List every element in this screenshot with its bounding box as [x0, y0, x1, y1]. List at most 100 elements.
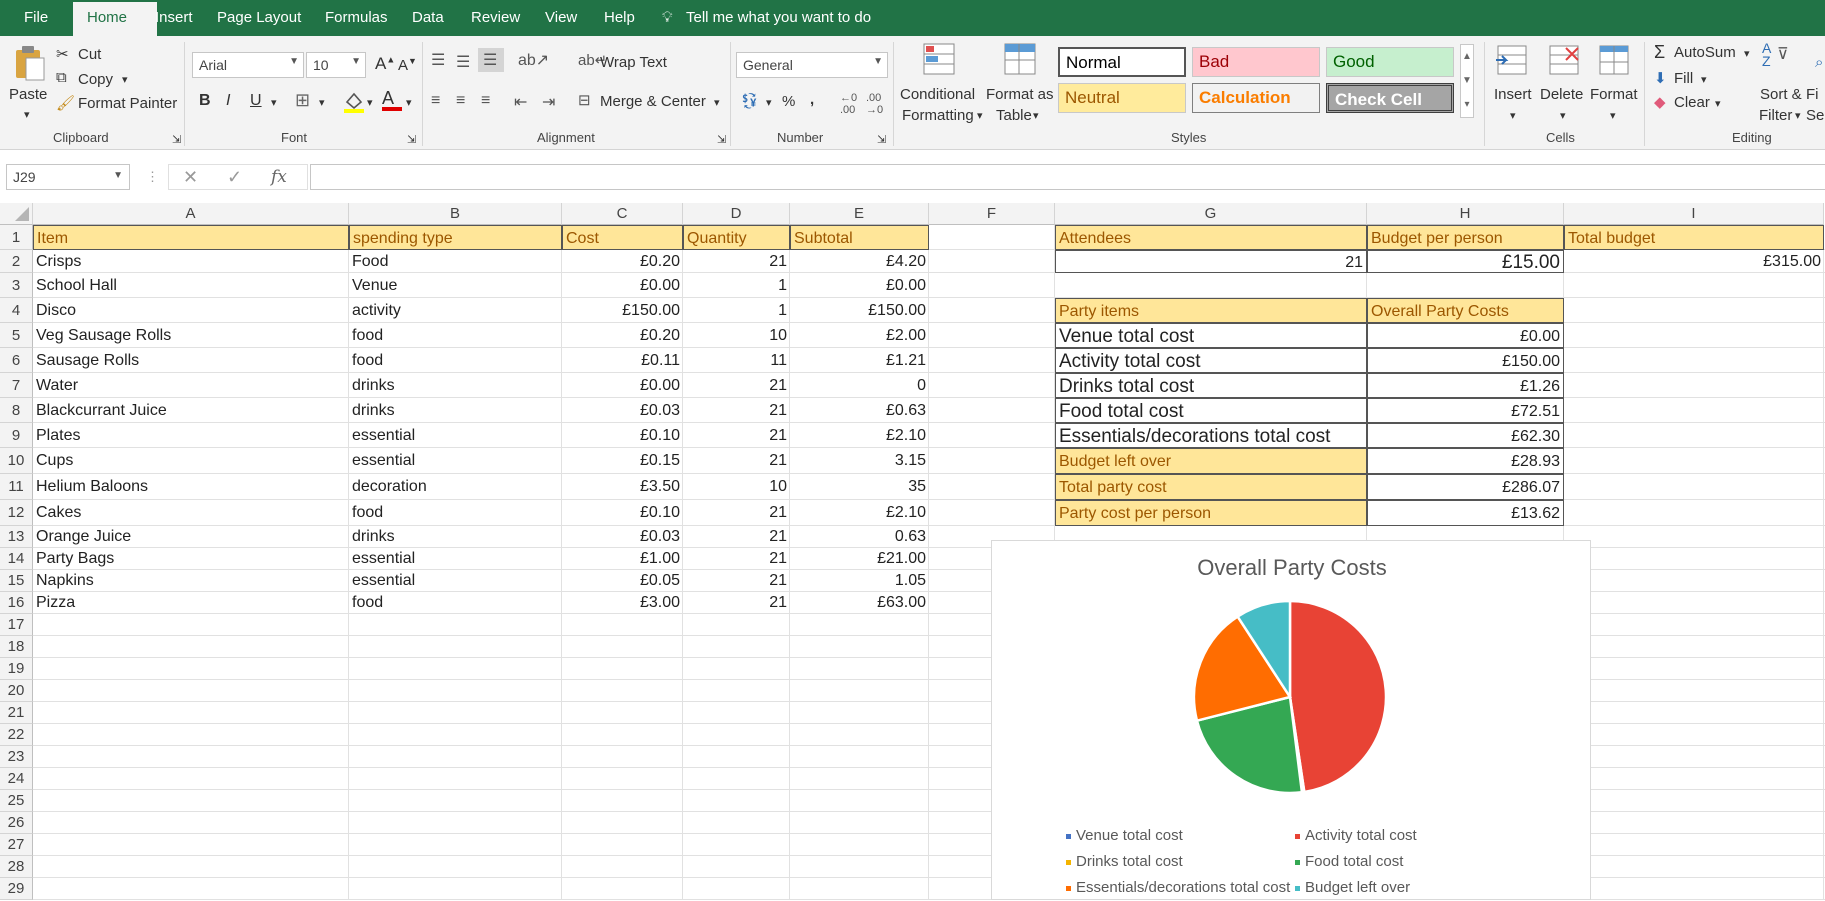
item-cell[interactable]: 10	[683, 474, 790, 500]
summary-label-cell[interactable]: Total party cost	[1055, 474, 1367, 500]
align-center-icon[interactable]: ≡	[456, 92, 465, 110]
item-cell[interactable]: £0.00	[562, 273, 683, 298]
item-cell[interactable]: £2.10	[790, 500, 929, 526]
fill-dropdown-icon[interactable]: ▾	[1701, 73, 1707, 86]
column-header-g[interactable]: G	[1055, 203, 1367, 225]
item-cell[interactable]: £63.00	[790, 592, 929, 614]
row-header-29[interactable]: 29	[0, 878, 33, 900]
comma-icon[interactable]: ,	[810, 91, 814, 108]
item-cell[interactable]: £0.03	[562, 526, 683, 548]
formula-input[interactable]	[310, 164, 1825, 190]
insert-dropdown-icon[interactable]: ▾	[1510, 109, 1516, 122]
row-header-18[interactable]: 18	[0, 636, 33, 658]
align-top-icon[interactable]: ☰	[431, 50, 445, 70]
item-cell[interactable]: drinks	[349, 373, 562, 398]
row-header-1[interactable]: 1	[0, 225, 33, 250]
item-cell[interactable]: drinks	[349, 398, 562, 423]
summary-value-cell[interactable]: £1.26	[1367, 373, 1564, 398]
item-cell[interactable]: 1.05	[790, 570, 929, 592]
item-cell[interactable]: School Hall	[33, 273, 349, 298]
item-cell[interactable]: Plates	[33, 423, 349, 448]
menu-home[interactable]: Home	[73, 2, 157, 36]
decrease-indent-icon[interactable]: ⇤	[514, 92, 527, 112]
autosum-dropdown-icon[interactable]: ▾	[1744, 47, 1750, 60]
row-header-8[interactable]: 8	[0, 398, 33, 423]
styles-gallery-scroll[interactable]: ▲ ▼ ▾	[1460, 44, 1474, 118]
summary-value-cell[interactable]: £28.93	[1367, 448, 1564, 474]
row-header-2[interactable]: 2	[0, 250, 33, 273]
item-cell[interactable]: Cups	[33, 448, 349, 474]
item-cell[interactable]: 21	[683, 373, 790, 398]
menu-insert[interactable]: Insert	[155, 9, 193, 26]
font-size-select[interactable]: 10 ▼	[306, 52, 366, 78]
item-cell[interactable]: food	[349, 592, 562, 614]
number-launcher-icon[interactable]: ⇲	[877, 133, 886, 146]
row-header-28[interactable]: 28	[0, 856, 33, 878]
sort-filter-button[interactable]: Sort &	[1760, 86, 1802, 103]
items-header-cell[interactable]: Item	[33, 225, 349, 250]
underline-icon[interactable]: U	[250, 92, 262, 110]
font-launcher-icon[interactable]: ⇲	[407, 133, 416, 146]
item-cell[interactable]: £3.00	[562, 592, 683, 614]
item-cell[interactable]: £21.00	[790, 548, 929, 570]
currency-dropdown-icon[interactable]: ▾	[766, 96, 772, 109]
name-box[interactable]: J29 ▼	[6, 164, 130, 190]
format-painter-button[interactable]: Format Painter	[78, 95, 177, 112]
item-cell[interactable]: food	[349, 500, 562, 526]
party-items-header[interactable]: Party items	[1055, 298, 1367, 323]
format-table-dropdown-icon[interactable]: ▾	[1033, 109, 1039, 122]
row-header-12[interactable]: 12	[0, 500, 33, 526]
format-dropdown-icon[interactable]: ▾	[1610, 109, 1616, 122]
item-cell[interactable]: £0.10	[562, 423, 683, 448]
delete-dropdown-icon[interactable]: ▾	[1560, 109, 1566, 122]
menu-formulas[interactable]: Formulas	[325, 9, 388, 26]
legend-item[interactable]: Food total cost	[1295, 853, 1403, 870]
italic-icon[interactable]: I	[226, 92, 230, 110]
item-cell[interactable]: 21	[683, 548, 790, 570]
row-header-24[interactable]: 24	[0, 768, 33, 790]
summary-value-cell[interactable]: £62.30	[1367, 423, 1564, 448]
summary-value-cell[interactable]: £150.00	[1367, 348, 1564, 373]
item-cell[interactable]: Pizza	[33, 592, 349, 614]
style-good[interactable]: Good	[1326, 47, 1454, 77]
align-left-icon[interactable]: ≡	[431, 92, 440, 110]
orientation-icon[interactable]: ab↗	[518, 50, 549, 70]
row-header-10[interactable]: 10	[0, 448, 33, 474]
cut-button[interactable]: Cut	[78, 46, 101, 63]
item-cell[interactable]: £150.00	[790, 298, 929, 323]
row-header-4[interactable]: 4	[0, 298, 33, 323]
item-cell[interactable]: decoration	[349, 474, 562, 500]
paste-dropdown-icon[interactable]: ▾	[24, 108, 30, 121]
row-header-11[interactable]: 11	[0, 474, 33, 500]
column-header-c[interactable]: C	[562, 203, 683, 225]
item-cell[interactable]: essential	[349, 423, 562, 448]
item-cell[interactable]: food	[349, 348, 562, 373]
total-budget-value[interactable]: £315.00	[1564, 250, 1824, 273]
row-header-26[interactable]: 26	[0, 812, 33, 834]
number-format-select[interactable]: General ▼	[736, 52, 888, 78]
borders-dropdown-icon[interactable]: ▾	[319, 96, 325, 109]
legend-item[interactable]: Drinks total cost	[1066, 853, 1183, 870]
copy-button[interactable]: Copy	[78, 71, 113, 88]
item-cell[interactable]: 21	[683, 570, 790, 592]
row-header-21[interactable]: 21	[0, 702, 33, 724]
menu-data[interactable]: Data	[412, 9, 444, 26]
item-cell[interactable]: Party Bags	[33, 548, 349, 570]
percent-icon[interactable]: %	[782, 93, 795, 110]
row-header-5[interactable]: 5	[0, 323, 33, 348]
paste-icon[interactable]	[12, 44, 46, 81]
item-cell[interactable]: Sausage Rolls	[33, 348, 349, 373]
item-cell[interactable]: £1.21	[790, 348, 929, 373]
item-cell[interactable]: Helium Baloons	[33, 474, 349, 500]
summary-label-cell[interactable]: Essentials/decorations total cost	[1055, 423, 1367, 448]
row-header-15[interactable]: 15	[0, 570, 33, 592]
item-cell[interactable]: £0.03	[562, 398, 683, 423]
item-cell[interactable]: £3.50	[562, 474, 683, 500]
item-cell[interactable]: 21	[683, 423, 790, 448]
item-cell[interactable]: 11	[683, 348, 790, 373]
item-cell[interactable]: essential	[349, 448, 562, 474]
sort-dropdown-icon[interactable]: ▾	[1795, 109, 1801, 122]
item-cell[interactable]: 1	[683, 273, 790, 298]
item-cell[interactable]: £0.00	[562, 373, 683, 398]
autosum-button[interactable]: AutoSum	[1674, 44, 1736, 61]
